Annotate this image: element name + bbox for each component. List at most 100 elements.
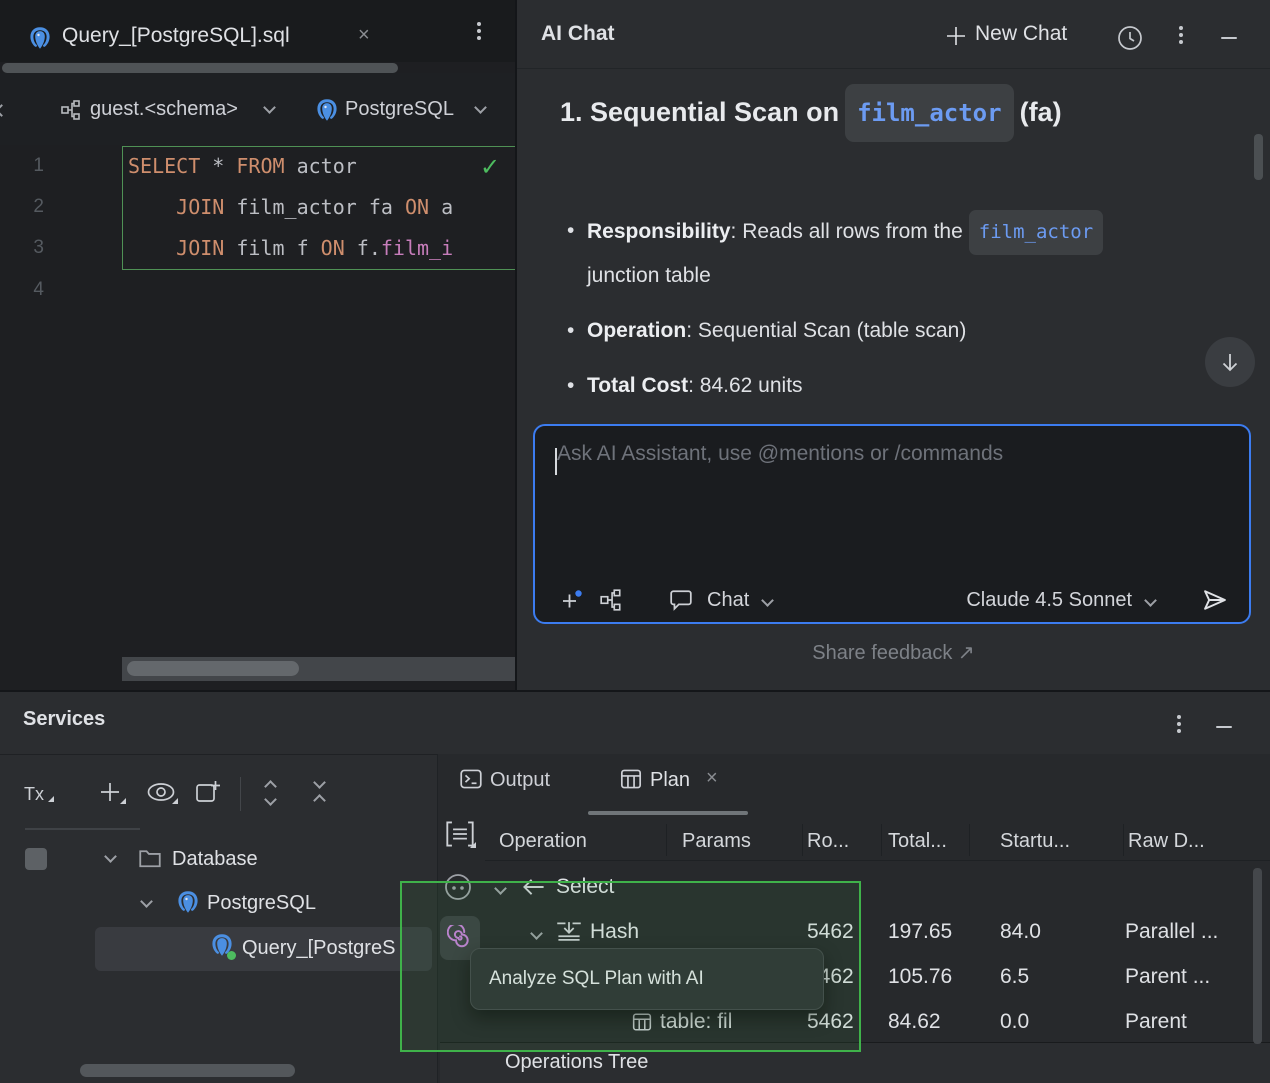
operations-tree-footer[interactable]: Operations Tree — [440, 1042, 1270, 1083]
row-chevron-icon[interactable] — [494, 882, 507, 895]
plan-row-select[interactable]: Select — [438, 866, 1270, 911]
table-icon — [620, 768, 642, 790]
new-chat-button[interactable]: New Chat — [975, 22, 1067, 46]
chat-input-footer: Chat Claude 4.5 Sonnet — [559, 584, 1229, 616]
col-operation[interactable]: Operation — [499, 830, 587, 853]
table-name-chip[interactable]: film_actor — [845, 84, 1014, 142]
datasource-selector[interactable]: PostgreSQL — [345, 98, 454, 121]
share-feedback-link[interactable]: Share feedback ↗ — [517, 640, 1270, 665]
tx-mode-button[interactable]: Tx — [24, 784, 44, 805]
send-icon[interactable] — [1201, 586, 1229, 614]
expand-all-icon[interactable] — [264, 780, 277, 793]
tab-output[interactable]: Output — [490, 769, 550, 792]
tab-plan[interactable]: Plan — [650, 769, 690, 792]
ai-chat-panel: AI Chat New Chat 1. Sequential Scan onfi… — [517, 0, 1270, 690]
datasource-chevron-icon[interactable] — [474, 101, 487, 114]
row-raw-value: Parallel ... — [1125, 920, 1218, 944]
chat-mode-chevron-icon[interactable] — [761, 594, 774, 607]
open-in-new-tab-icon[interactable] — [194, 778, 222, 806]
schema-icon — [60, 99, 82, 121]
col-total[interactable]: Total... — [888, 830, 947, 853]
row-op-label: Hash — [590, 920, 639, 944]
col-rawdata[interactable]: Raw D... — [1128, 830, 1205, 853]
eye-dropdown-triangle-icon — [172, 798, 178, 804]
col-rows[interactable]: Ro... — [807, 830, 849, 853]
row-total-value: 105.76 — [888, 965, 952, 989]
collapse-all-icon[interactable] — [313, 776, 326, 789]
header-divider — [485, 860, 1270, 861]
sql-editor[interactable]: 1 2 3 4 SELECT * FROM actor JOIN film_ac… — [0, 145, 516, 657]
line-number: 1 — [0, 145, 44, 186]
row-startup-value: 6.5 — [1000, 965, 1029, 989]
tab-plan-close-icon[interactable]: × — [706, 767, 718, 790]
schema-selector[interactable]: guest.<schema> — [90, 98, 238, 121]
model-chevron-icon[interactable] — [1144, 594, 1157, 607]
toolbar-overflow-chevron-icon[interactable] — [0, 104, 8, 117]
schema-chevron-icon[interactable] — [263, 101, 276, 114]
editor-more-icon[interactable] — [477, 29, 481, 33]
tab-strip-scrollbar[interactable] — [2, 63, 398, 73]
chat-mode-selector[interactable]: Chat — [707, 589, 749, 612]
ai-chat-minimize-icon[interactable] — [1221, 37, 1237, 39]
chat-input[interactable] — [555, 440, 1219, 564]
chat-input-box: Chat Claude 4.5 Sonnet — [533, 424, 1251, 624]
scroll-to-bottom-button[interactable] — [1205, 337, 1255, 387]
row-chevron-icon[interactable] — [530, 927, 543, 940]
collapse-all-icon[interactable] — [313, 794, 326, 807]
select-operation-icon — [522, 878, 546, 896]
tree-item-postgresql[interactable]: PostgreSQL — [207, 892, 316, 915]
col-divider — [802, 824, 803, 856]
chat-history-icon[interactable] — [1117, 25, 1143, 51]
row-raw-value: Parent ... — [1125, 965, 1210, 989]
col-params[interactable]: Params — [682, 830, 751, 853]
col-divider — [969, 824, 970, 856]
stop-process-button[interactable] — [25, 848, 47, 870]
tree-item-database[interactable]: Database — [172, 848, 258, 871]
attach-context-icon[interactable] — [559, 587, 585, 613]
editor-tab-close-icon[interactable]: × — [358, 24, 370, 47]
model-selector[interactable]: Claude 4.5 Sonnet — [966, 589, 1132, 612]
plan-step-details: Responsibility: Reads all rows from thef… — [565, 210, 1113, 420]
ai-chat-header: AI Chat New Chat — [517, 0, 1270, 69]
code-line-2: JOIN film_actor fa ON a — [128, 187, 528, 228]
terminal-icon — [460, 768, 482, 790]
col-startup[interactable]: Startu... — [1000, 830, 1070, 853]
services-more-icon[interactable] — [1177, 722, 1181, 726]
line-number: 4 — [0, 269, 44, 310]
expand-all-icon[interactable] — [264, 793, 277, 806]
table-name-chip[interactable]: film_actor — [969, 210, 1103, 255]
toolbar-divider — [240, 777, 241, 811]
tree-hscroll-thumb[interactable] — [80, 1064, 295, 1077]
chat-vscroll-thumb[interactable] — [1254, 134, 1263, 180]
row-rows-value: 5462 — [807, 1010, 854, 1034]
tree-chevron-icon[interactable] — [140, 895, 153, 908]
editor-tab-title[interactable]: Query_[PostgreSQL].sql — [62, 24, 290, 48]
tree-item-query-label: Query_[PostgreS — [242, 937, 428, 960]
schema-context-icon[interactable] — [599, 588, 623, 612]
folder-icon — [138, 846, 162, 870]
postgresql-icon — [28, 26, 52, 50]
line-number: 3 — [0, 227, 44, 268]
row-op-label: table: fil — [660, 1010, 732, 1034]
tree-item-query-selected[interactable]: Query_[PostgreS — [95, 927, 432, 971]
chat-mode-icon[interactable] — [669, 589, 693, 611]
row-total-value: 197.65 — [888, 920, 952, 944]
plan-view-triangle-icon — [470, 842, 476, 848]
ide-window: Query_[PostgreSQL].sql × guest.<schema> … — [0, 0, 1270, 1083]
add-dropdown-triangle-icon — [120, 798, 126, 804]
plan-vscroll-thumb[interactable] — [1253, 868, 1262, 1044]
tree-chevron-icon[interactable] — [104, 850, 117, 863]
ai-analyze-tooltip: Analyze SQL Plan with AI — [470, 948, 824, 1010]
editor-tab-bar: Query_[PostgreSQL].sql × — [0, 0, 516, 62]
toolbar-underline — [25, 828, 140, 830]
row-total-value: 84.62 — [888, 1010, 941, 1034]
bullet-operation: Operation: Sequential Scan (table scan) — [565, 310, 1113, 351]
add-service-icon[interactable] — [98, 780, 122, 804]
plus-icon — [945, 25, 967, 47]
row-rows-value: 5462 — [807, 920, 854, 944]
services-minimize-icon[interactable] — [1216, 726, 1232, 728]
editor-hscroll-thumb[interactable] — [127, 661, 299, 676]
editor-toolbar: guest.<schema> PostgreSQL — [0, 73, 516, 145]
ai-chat-more-icon[interactable] — [1179, 33, 1183, 37]
row-op-label: Select — [556, 875, 614, 899]
